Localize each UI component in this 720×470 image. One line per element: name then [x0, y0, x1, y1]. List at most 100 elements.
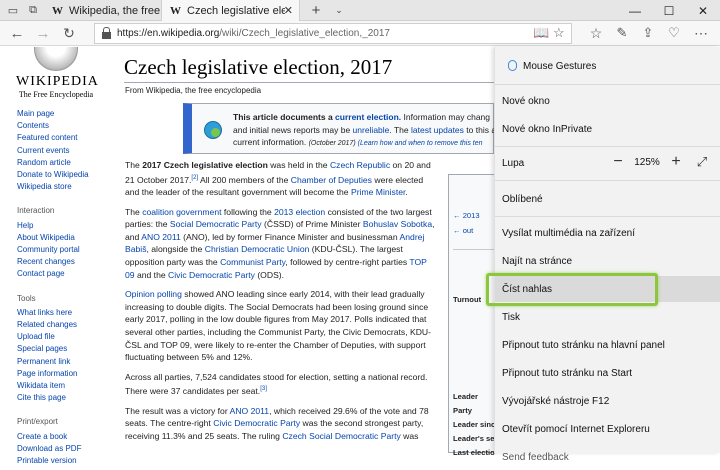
menu-item-pin-start[interactable]: Připnout tuto stránku na Start: [495, 360, 720, 386]
close-window-button[interactable]: ✕: [686, 0, 720, 21]
outgoing-link[interactable]: ← out: [453, 226, 473, 235]
sidebar-main-link[interactable]: Featured content: [17, 132, 112, 144]
zoom-level: 125%: [634, 156, 660, 168]
link[interactable]: Christian Democratic Union: [205, 244, 310, 254]
link[interactable]: ANO 2011: [141, 232, 181, 242]
link[interactable]: ANO 2011: [230, 406, 270, 416]
zoom-control: − 125% + ⤢: [605, 150, 715, 174]
close-tab-icon[interactable]: ✕: [284, 4, 293, 17]
wikipedia-tagline: The Free Encyclopedia: [18, 90, 94, 99]
menu-item-new-inprivate-window[interactable]: Nové okno InPrivate: [495, 116, 720, 142]
sidebar-tools-link[interactable]: Related changes: [17, 319, 112, 331]
sidebar-interaction-link[interactable]: Contact page: [17, 268, 112, 280]
sidebar-tools-link[interactable]: What links here: [17, 307, 112, 319]
refresh-icon[interactable]: ↻: [58, 23, 80, 43]
sidebar-main-link[interactable]: Donate to Wikipedia: [17, 169, 112, 181]
tab-preview-icon[interactable]: ▭: [4, 0, 22, 21]
sidebar-tools-link[interactable]: Permanent link: [17, 356, 112, 368]
menu-item-favorites[interactable]: Oblíbené: [495, 186, 720, 212]
menu-item-print[interactable]: Tisk: [495, 304, 720, 330]
sidebar-main-link[interactable]: Random article: [17, 157, 112, 169]
sidebar-main-link[interactable]: Main page: [17, 108, 112, 120]
sidebar-interaction-link[interactable]: Community portal: [17, 244, 112, 256]
menu-item-new-window[interactable]: Nové okno: [495, 88, 720, 114]
zoom-out-icon[interactable]: −: [605, 150, 631, 174]
link[interactable]: 2013 election: [274, 207, 325, 217]
reading-view-icon[interactable]: 📖: [533, 25, 549, 41]
wikipedia-favicon-icon: W: [170, 4, 181, 17]
more-actions-icon[interactable]: ⋯: [690, 23, 712, 43]
sidebar-main-link[interactable]: Contents: [17, 120, 112, 132]
menu-item-pin-taskbar[interactable]: Připnout tuto stránku na hlavní panel: [495, 332, 720, 358]
menu-separator: [495, 180, 720, 181]
menu-item-cast-media[interactable]: Vysílat multimédia na zařízení: [495, 220, 720, 246]
full-screen-icon[interactable]: ⤢: [689, 150, 715, 174]
wikipedia-wordmark: Wikipedia: [16, 74, 99, 89]
menu-item-developer-tools[interactable]: Vývojářské nástroje F12: [495, 388, 720, 414]
notice-text: This article documents a current electio…: [233, 112, 497, 147]
tab-czech-election[interactable]: W Czech legislative electio ✕: [162, 0, 300, 21]
infobox-divider: [453, 249, 495, 250]
title-divider: [124, 82, 494, 83]
election-infobox: ← 2013 ← out Turnout Leader Party Leader…: [448, 174, 495, 457]
forward-arrow-icon[interactable]: →: [32, 23, 54, 43]
maximize-button[interactable]: ☐: [652, 0, 686, 21]
link[interactable]: Czech Social Democratic Party: [282, 431, 400, 441]
address-bar[interactable]: https://en.wikipedia.org/wiki/Czech_legi…: [94, 23, 572, 44]
menu-separator: [495, 146, 720, 147]
web-note-pen-icon[interactable]: ✎: [611, 23, 633, 43]
infobox-row-label: Leader's se: [453, 434, 495, 443]
link[interactable]: Civic Democratic Party: [168, 270, 255, 280]
previous-election-link[interactable]: ← 2013: [453, 211, 480, 220]
sidebar-print-link[interactable]: Download as PDF: [17, 443, 112, 455]
favorites-hub-icon[interactable]: ☆: [585, 23, 607, 43]
mouse-gestures-extension[interactable]: Mouse Gestures: [495, 53, 720, 79]
back-arrow-icon[interactable]: ←: [6, 23, 28, 43]
sidebar-print-link[interactable]: Create a book: [17, 431, 112, 443]
sidebar-interaction-link[interactable]: About Wikipedia: [17, 232, 112, 244]
learn-remove-link[interactable]: (Learn how and when to remove this ten: [358, 140, 483, 147]
menu-item-open-internet-explorer[interactable]: Otevřít pomocí Internet Exploreru: [495, 416, 720, 442]
share-icon[interactable]: ⇪: [637, 23, 659, 43]
new-tab-button[interactable]: +: [304, 0, 328, 21]
url-text[interactable]: https://en.wikipedia.org/wiki/Czech_legi…: [117, 28, 390, 39]
link[interactable]: Communist Party: [220, 257, 285, 267]
sidebar-tools-link[interactable]: Cite this page: [17, 392, 112, 404]
show-tab-previews-icon[interactable]: ⧉: [24, 0, 42, 21]
more-actions-menu: Mouse Gestures Nové okno Nové okno InPri…: [494, 47, 720, 463]
link[interactable]: Social Democratic Party: [170, 219, 262, 229]
menu-item-send-feedback[interactable]: Send feedback: [495, 444, 720, 470]
page-title: Czech legislative election, 2017: [124, 55, 393, 79]
link[interactable]: coalition government: [142, 207, 221, 217]
menu-separator: [495, 216, 720, 217]
minimize-button[interactable]: —: [618, 0, 652, 21]
menu-item-read-aloud[interactable]: Číst nahlas: [495, 276, 720, 302]
sidebar-print-link[interactable]: Printable version: [17, 455, 112, 467]
sidebar-main-link[interactable]: Wikipedia store: [17, 181, 112, 193]
link[interactable]: Czech Republic: [330, 160, 390, 170]
unreliable-link[interactable]: unreliable: [353, 125, 390, 135]
sidebar-tools-link[interactable]: Wikidata item: [17, 380, 112, 392]
link[interactable]: Bohuslav Sobotka: [363, 219, 432, 229]
wikipedia-logo[interactable]: Wikipedia The Free Encyclopedia: [16, 47, 99, 99]
paragraph: The result was a victory for ANO 2011, w…: [125, 405, 429, 441]
sidebar-main-link[interactable]: Current events: [17, 145, 112, 157]
sidebar-interaction-link[interactable]: Help: [17, 220, 112, 232]
tab-list-chevron-icon[interactable]: ⌄: [330, 0, 348, 21]
tab-wikipedia-home[interactable]: W Wikipedia, the free encyclop: [44, 0, 162, 21]
sidebar-heading-interaction: Interaction: [17, 206, 55, 216]
link[interactable]: Opinion polling: [125, 289, 182, 299]
current-election-link[interactable]: current election.: [335, 112, 401, 122]
sidebar-tools-link[interactable]: Page information: [17, 368, 112, 380]
menu-item-find-on-page[interactable]: Najít na stránce: [495, 248, 720, 274]
sidebar-tools-link[interactable]: Special pages: [17, 343, 112, 355]
zoom-in-icon[interactable]: +: [663, 150, 689, 174]
sidebar-tools-link[interactable]: Upload file: [17, 331, 112, 343]
pocket-extension-icon[interactable]: ♡: [663, 23, 685, 43]
link[interactable]: Chamber of Deputies: [291, 174, 372, 184]
favorite-star-icon[interactable]: ☆: [553, 25, 565, 41]
link[interactable]: Prime Minister: [351, 187, 405, 197]
latest-updates-link[interactable]: latest updates: [411, 125, 464, 135]
sidebar-interaction-link[interactable]: Recent changes: [17, 256, 112, 268]
link[interactable]: Civic Democratic Party: [213, 418, 300, 428]
